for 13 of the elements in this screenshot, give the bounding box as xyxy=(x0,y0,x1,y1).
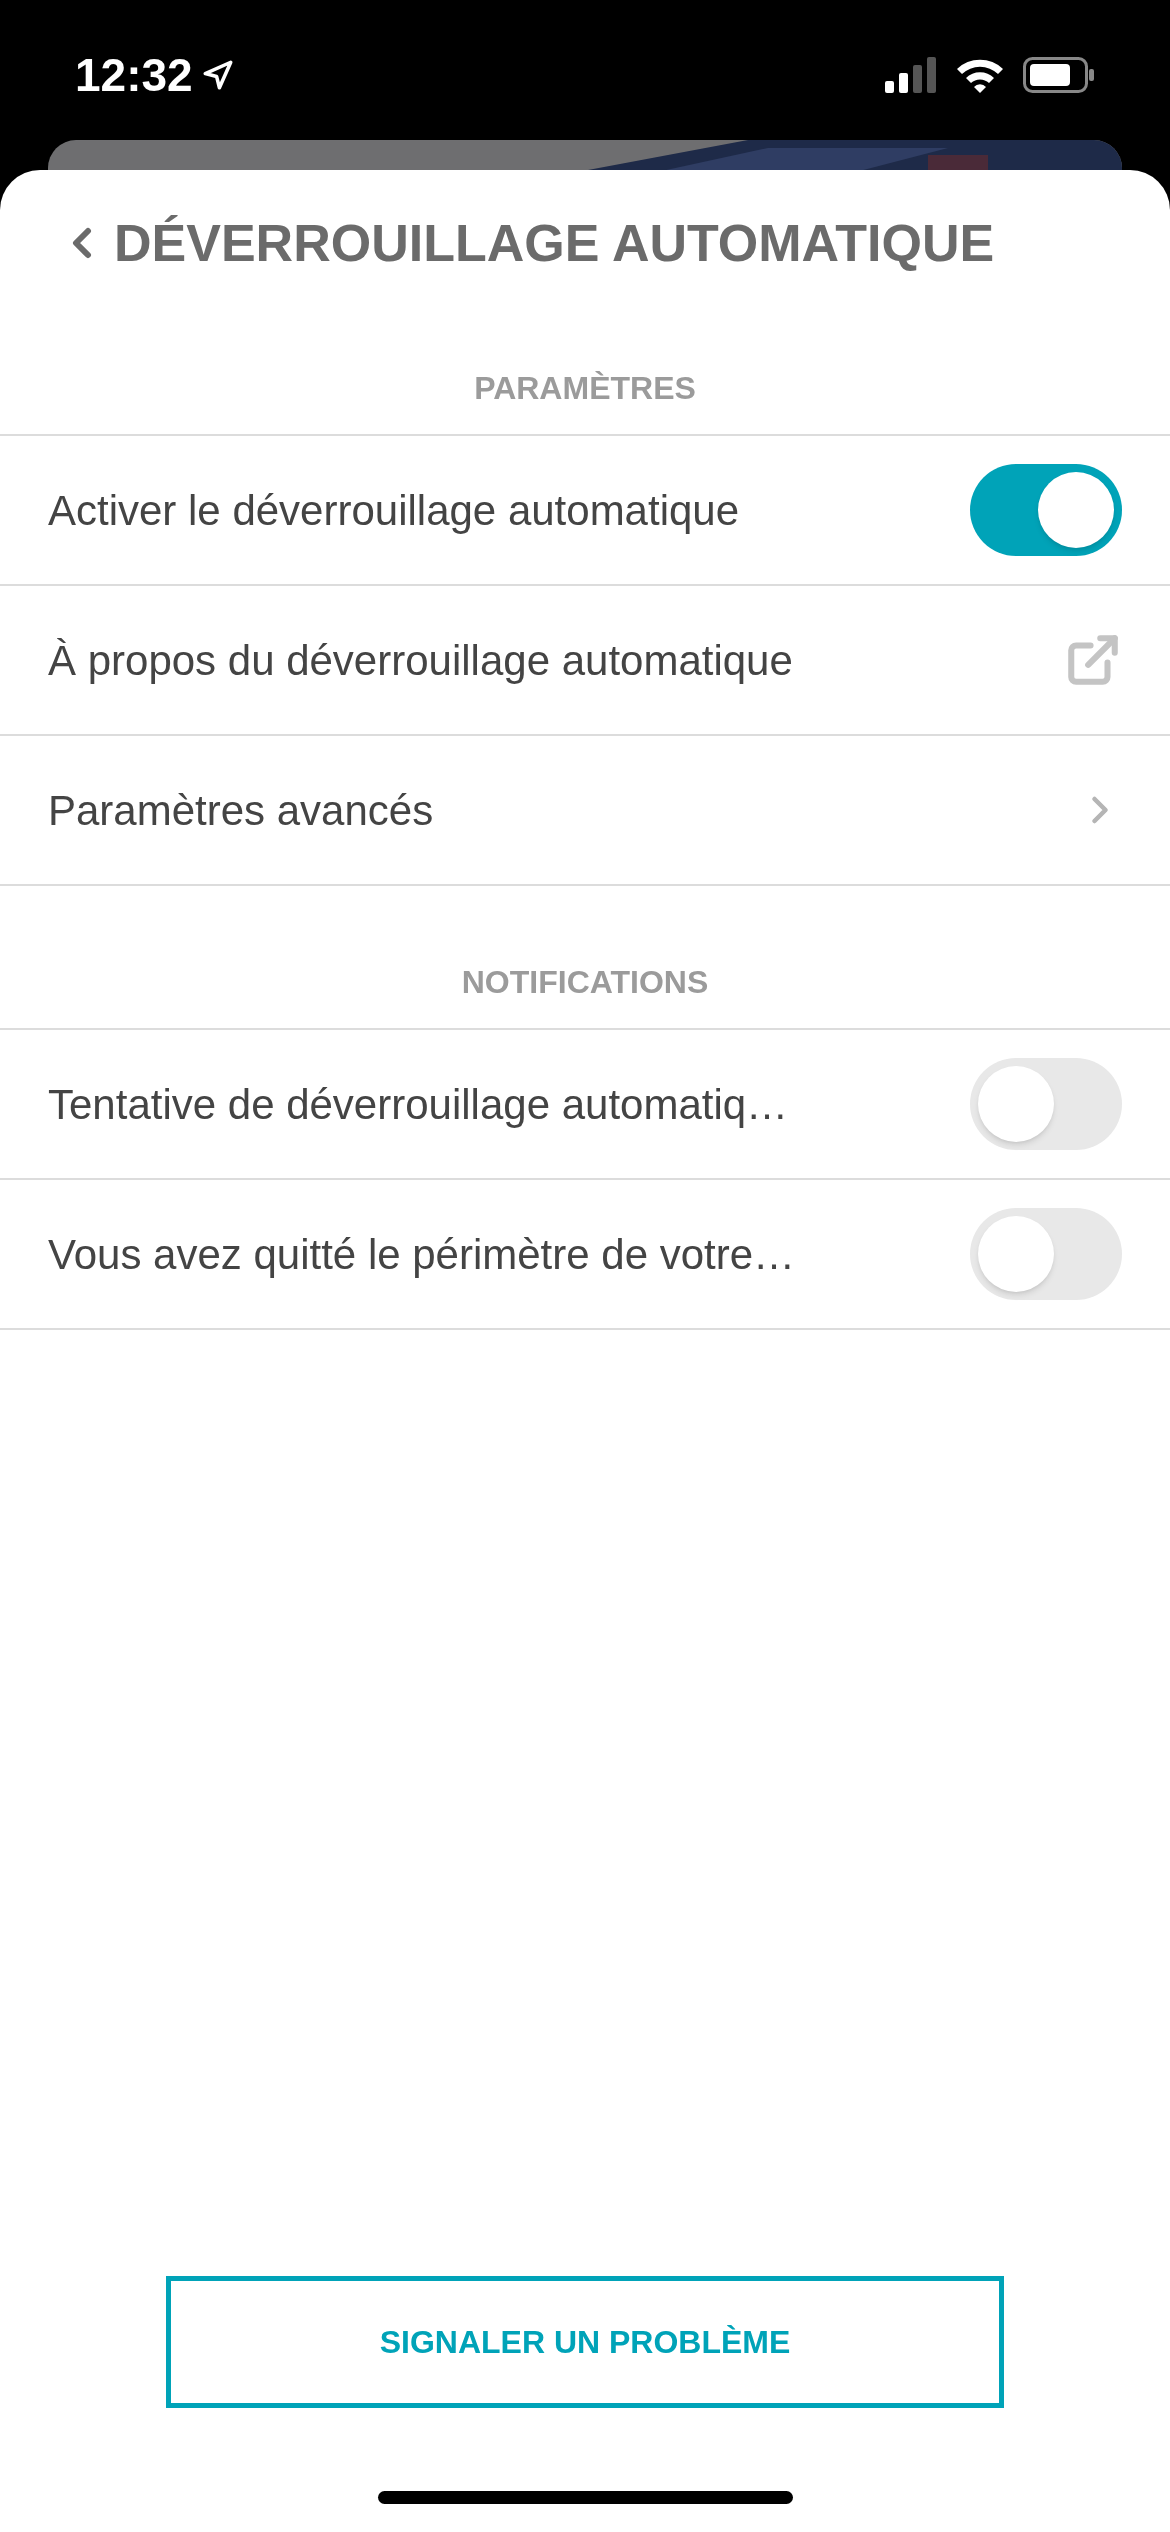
setting-label: Vous avez quitté le périmètre de votre… xyxy=(48,1229,796,1280)
section-header: NOTIFICATIONS xyxy=(461,963,709,1002)
status-time: 12:32 xyxy=(75,47,193,103)
signal-icon xyxy=(885,57,937,93)
setting-label: Tentative de déverrouillage automatiq… xyxy=(48,1079,789,1130)
setting-label: Activer le déverrouillage automatique xyxy=(48,485,740,536)
wifi-icon xyxy=(955,57,1005,93)
section-header: PARAMÈTRES xyxy=(474,369,696,408)
page-title: DÉVERROUILLAGE AUTOMATIQUE xyxy=(114,213,995,274)
setting-label: À propos du déverrouillage automatique xyxy=(48,635,793,686)
report-problem-button[interactable]: SIGNALER UN PROBLÈME xyxy=(166,2276,1004,2408)
setting-label: Paramètres avancés xyxy=(48,785,434,836)
battery-icon xyxy=(1023,57,1095,93)
